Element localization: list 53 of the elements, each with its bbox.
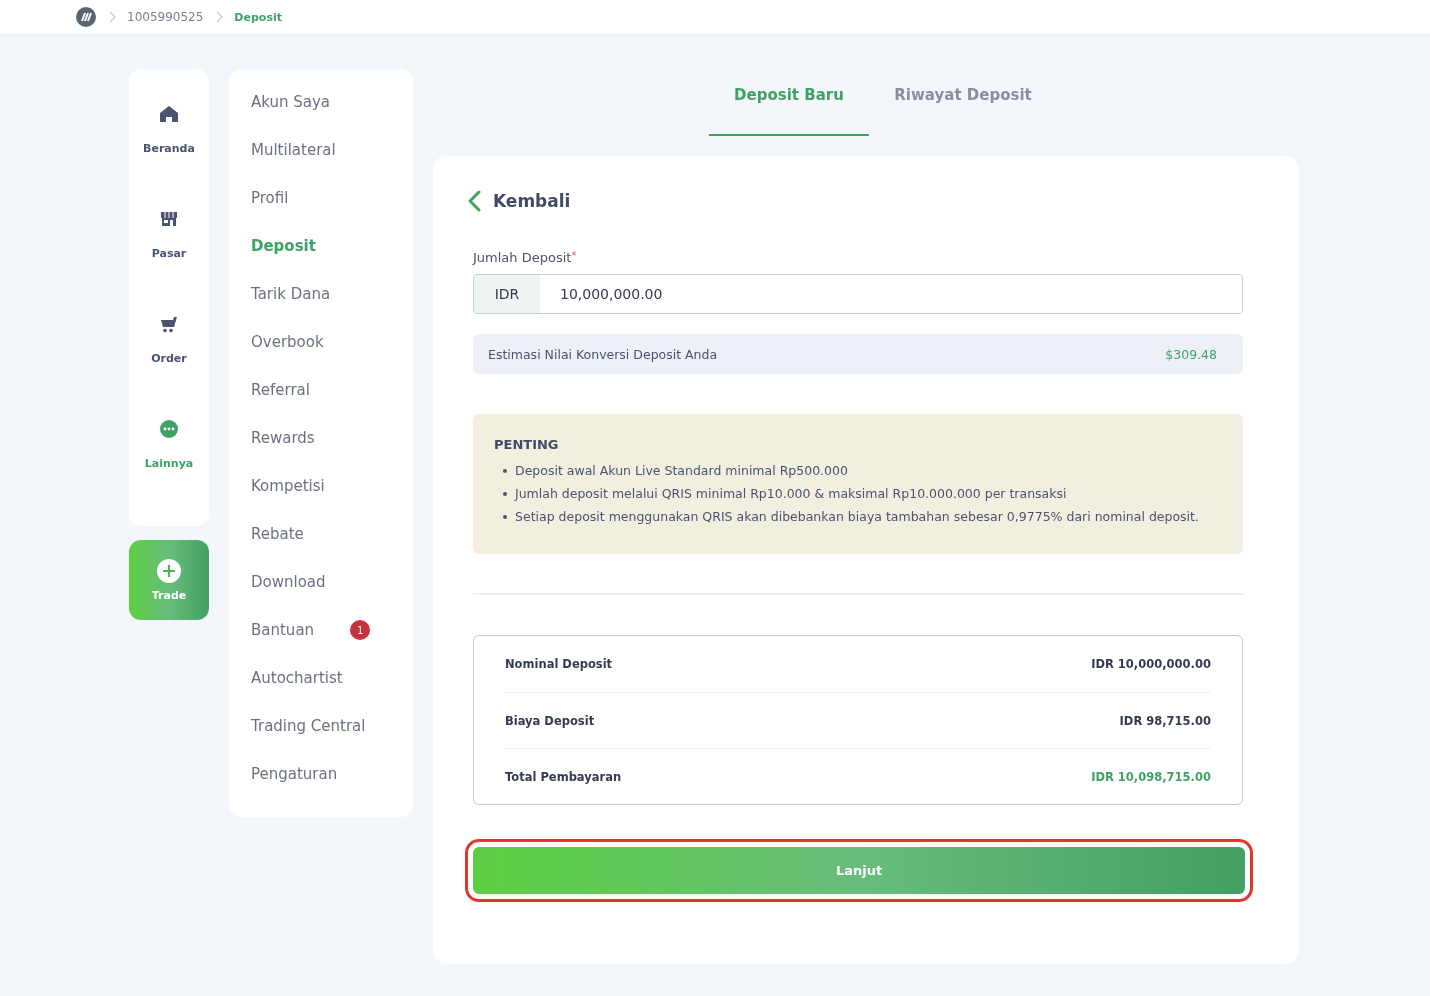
menu-item[interactable]: Akun Saya <box>251 93 331 111</box>
tab[interactable]: Deposit Baru <box>709 69 869 136</box>
menu-item[interactable]: Trading Central <box>251 717 366 735</box>
back-label[interactable]: Kembali <box>493 191 571 211</box>
summary-value: IDR 10,098,715.00 <box>1091 769 1211 784</box>
notice-text: Jumlah deposit melalui QRIS minimal Rp10.000 & maksimal Rp10.000.000 per transaksi <box>515 486 1067 501</box>
menu-item[interactable]: Download <box>251 573 326 591</box>
home-icon <box>159 105 179 123</box>
chevron-icon <box>109 11 116 23</box>
menu-item[interactable]: Deposit <box>251 237 316 255</box>
menu-item[interactable]: Rewards <box>251 429 315 447</box>
bullet-icon <box>503 491 507 496</box>
breadcrumb-link[interactable]: Deposit <box>234 10 282 24</box>
menu-item[interactable]: Bantuan <box>251 621 315 639</box>
menu-item[interactable]: Profil <box>251 189 289 207</box>
summary-value: IDR 10,000,000.00 <box>1091 657 1211 671</box>
notice-text: Deposit awal Akun Live Standard minimal Rp500.000 <box>515 463 848 478</box>
back-chevron-icon <box>467 190 481 212</box>
store-icon <box>160 211 178 227</box>
cart-icon <box>160 315 178 333</box>
chevron-icon <box>216 11 224 23</box>
menu-item[interactable]: Multilateral <box>251 141 336 159</box>
bullet-icon <box>503 514 507 519</box>
nav-item[interactable]: Pasar <box>129 208 209 300</box>
estimate-value: $309.48 <box>1165 346 1217 362</box>
more-icon <box>160 420 178 438</box>
summary-label: Total Pembayaran <box>505 769 622 784</box>
currency-label: IDR <box>474 275 540 313</box>
summary-label: Biaya Deposit <box>505 713 595 728</box>
menu-item[interactable]: Autochartist <box>251 669 343 687</box>
menu-item[interactable]: Kompetisi <box>251 477 325 495</box>
estimate-label: Estimasi Nilai Konversi Deposit Anda <box>488 346 718 362</box>
notification-badge: 1 <box>350 620 371 640</box>
menu-item[interactable]: Pengaturan <box>251 765 338 783</box>
plus-icon <box>157 558 181 583</box>
summary-label: Nominal Deposit <box>505 657 613 671</box>
back-link[interactable]: Kembali <box>467 186 1243 216</box>
notice-text: Setiap deposit menggunakan QRIS akan dibebankan biaya tambahan sebesar 0,9775% dari nominal deposit. <box>515 509 1199 524</box>
bullet-icon <box>503 468 507 473</box>
tab[interactable]: Riwayat Deposit <box>883 69 1043 136</box>
nav-item[interactable]: Order <box>129 313 209 405</box>
field-label: Jumlah Deposit* <box>473 250 578 265</box>
menu-item[interactable]: Rebate <box>251 525 304 543</box>
summary-value: IDR 98,715.00 <box>1119 713 1211 728</box>
menu-item[interactable]: Referral <box>251 381 310 399</box>
nav-item[interactable]: Lainnya <box>129 418 209 510</box>
logo-icon[interactable] <box>76 7 96 27</box>
amount-input-field[interactable]: IDR 10,000,000.00 <box>473 274 1243 314</box>
notice-title: PENTING <box>494 437 560 452</box>
nav-item[interactable]: Beranda <box>129 103 209 195</box>
menu-item[interactable]: Overbook <box>251 333 324 351</box>
breadcrumb-link[interactable]: 1005990525 <box>127 10 204 24</box>
menu-item[interactable]: Tarik Dana <box>251 285 331 303</box>
